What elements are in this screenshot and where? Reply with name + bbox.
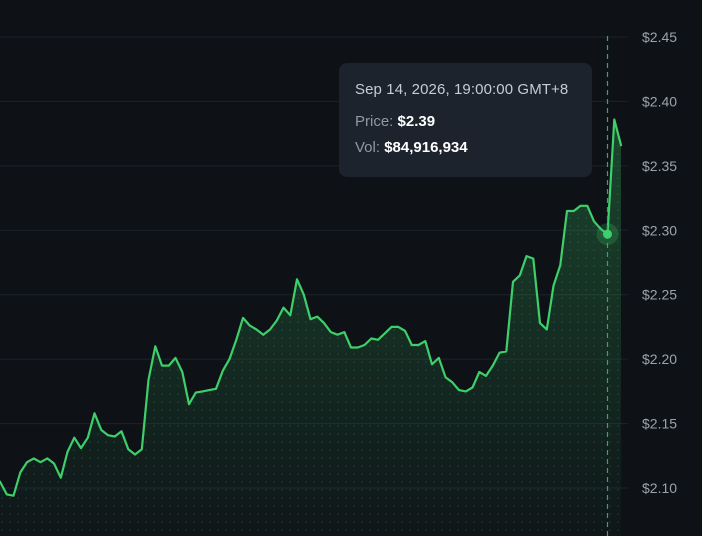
y-tick-label: $2.45 <box>642 29 677 45</box>
y-axis: $2.45 $2.40 $2.35 $2.30 $2.25 $2.20 $2.15 $2.10 <box>642 29 677 496</box>
price-tooltip: Sep 14, 2026, 19:00:00 GMT+8 Price: $2.3… <box>339 63 592 177</box>
tooltip-price-row: Price: $2.39 <box>355 113 576 130</box>
y-tick-label: $2.25 <box>642 287 677 303</box>
y-tick-label: $2.10 <box>642 480 677 496</box>
tooltip-price-label: Price: <box>355 113 394 130</box>
tooltip-vol-label: Vol: <box>355 139 381 156</box>
tooltip-date: Sep 14, 2026, 19:00:00 GMT+8 <box>355 81 569 98</box>
tooltip-price-value: $2.39 <box>397 113 436 130</box>
y-tick-label: $2.35 <box>642 158 677 174</box>
y-tick-label: $2.30 <box>642 222 677 238</box>
price-area-texture <box>0 119 621 536</box>
y-tick-label: $2.15 <box>642 416 677 432</box>
tooltip-vol-value: $84,916,934 <box>384 139 468 156</box>
tooltip-vol-row: Vol: $84,916,934 <box>355 139 576 156</box>
hover-point[interactable] <box>603 229 612 239</box>
y-tick-label: $2.40 <box>642 93 677 109</box>
y-tick-label: $2.20 <box>642 351 677 367</box>
